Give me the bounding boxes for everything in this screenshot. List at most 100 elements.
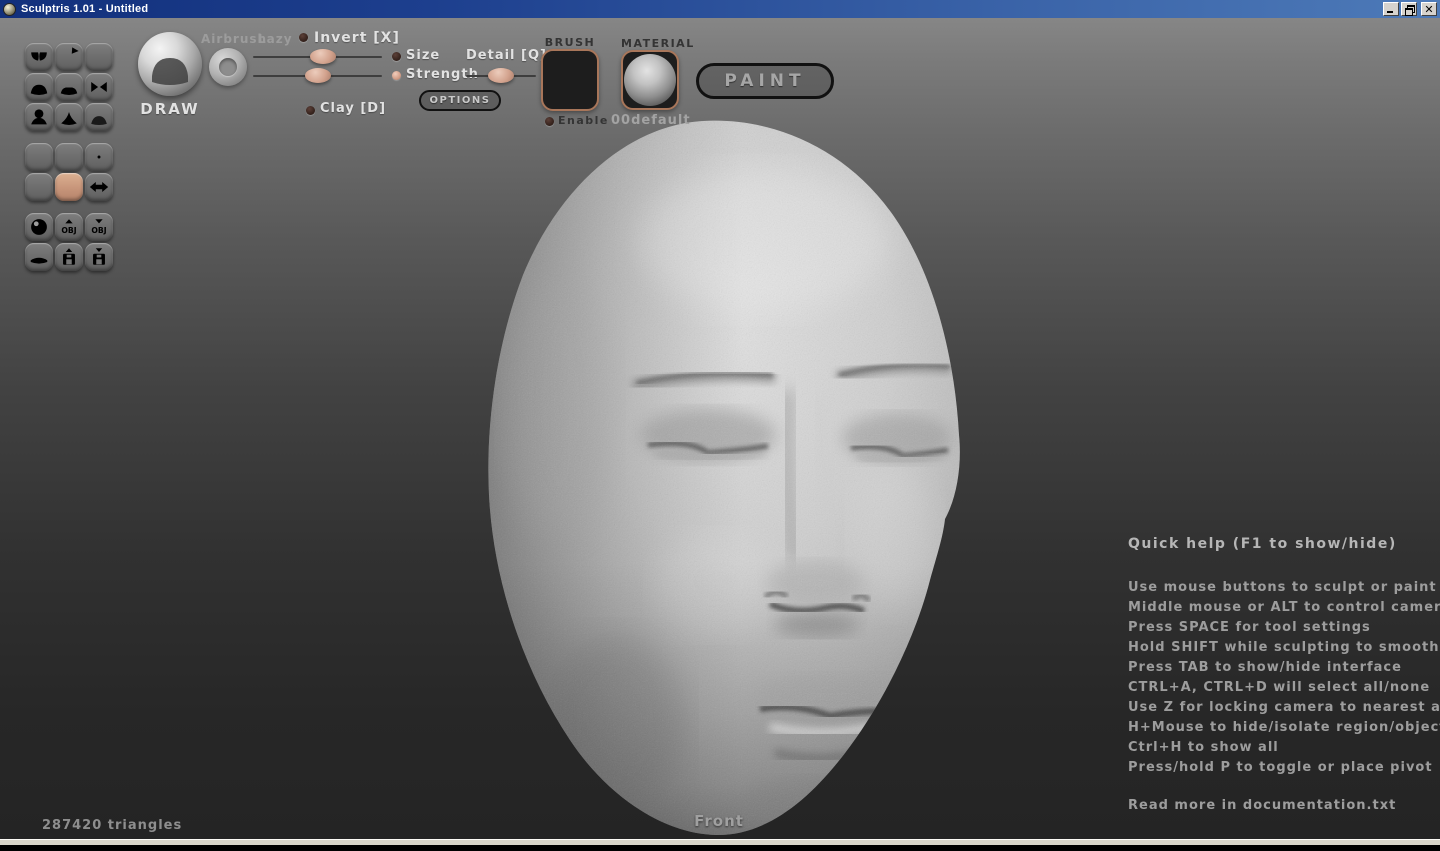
help-line: Ctrl+H to show all (1128, 738, 1428, 758)
tool-palette (0, 18, 130, 288)
obj-export-icon (88, 216, 110, 238)
window-title: Sculptris 1.01 - Untitled (21, 3, 148, 15)
detail-slider-handle[interactable] (488, 68, 514, 83)
brush-panel-title: BRUSH (541, 36, 599, 49)
tool-grab-button[interactable] (85, 73, 113, 101)
help-line: Press TAB to show/hide interface (1128, 658, 1428, 678)
paint-mode-button[interactable]: PAINT (696, 63, 834, 99)
open-file-icon (58, 246, 80, 268)
strength-slider[interactable] (253, 75, 382, 77)
close-icon: ✕ (1422, 3, 1436, 15)
triangle-count: 287420 triangles (42, 818, 182, 833)
scale-icon (88, 46, 110, 68)
current-tool-label: DRAW (130, 100, 210, 118)
brush-enable-radio[interactable] (545, 117, 554, 126)
strength-radio[interactable] (392, 71, 401, 80)
tool-rotate-button[interactable] (55, 43, 83, 71)
help-line: CTRL+A, CTRL+D will select all/none (1128, 678, 1428, 698)
help-line: Use Z for locking camera to nearest axis (1128, 698, 1428, 718)
rotate-icon (58, 46, 80, 68)
tool-material-button[interactable] (25, 173, 53, 201)
detail-slider[interactable] (466, 75, 536, 77)
tool-draw-button[interactable] (25, 73, 53, 101)
reduce-icon (28, 146, 50, 168)
clay-radio[interactable] (306, 106, 315, 115)
help-line: Press SPACE for tool settings (1128, 618, 1428, 638)
tool-export-obj-button[interactable] (85, 213, 113, 241)
help-line: Hold SHIFT while sculpting to smooth (1128, 638, 1428, 658)
tool-symmetry-button[interactable] (85, 173, 113, 201)
grab-icon (88, 76, 110, 98)
symmetry-icon (88, 176, 110, 198)
close-button[interactable]: ✕ (1421, 2, 1437, 16)
options-button[interactable]: OPTIONS (419, 90, 501, 111)
wireframe-icon (58, 176, 80, 198)
tool-reduce-selected-button[interactable] (25, 143, 53, 171)
smooth-icon (88, 106, 110, 128)
tool-import-obj-button[interactable] (55, 213, 83, 241)
tool-crease-button[interactable] (25, 43, 53, 71)
tool-new-sphere-button[interactable] (25, 213, 53, 241)
help-line: H+Mouse to hide/isolate region/objects (1128, 718, 1428, 738)
quick-help-title: Quick help (F1 to show/hide) (1128, 536, 1428, 552)
draw-brush-glyph (138, 32, 202, 96)
minimize-icon (1387, 11, 1393, 13)
clay-label[interactable]: Clay [D] (320, 101, 386, 116)
help-line: Middle mouse or ALT to control camera (1128, 598, 1428, 618)
material-name: 00default (611, 113, 689, 128)
strength-slider-handle[interactable] (305, 68, 331, 83)
brush-texture-slot[interactable] (541, 49, 599, 111)
brush-enable-label[interactable]: Enable (558, 114, 609, 127)
tool-subdivide-all-button[interactable] (55, 143, 83, 171)
inflate-icon (28, 106, 50, 128)
size-slider-handle[interactable] (310, 49, 336, 64)
invert-label[interactable]: Invert [X] (314, 30, 400, 46)
tool-pinch-button[interactable] (55, 103, 83, 131)
restore-button[interactable] (1401, 2, 1417, 16)
tool-smooth-button[interactable] (85, 103, 113, 131)
size-slider[interactable] (253, 56, 382, 58)
obj-import-icon (58, 216, 80, 238)
lazy-brush-indicator[interactable] (209, 48, 247, 86)
flatten-icon (58, 76, 80, 98)
tool-open-file-button[interactable] (55, 243, 83, 271)
help-line: Press/hold P to toggle or place pivot (1128, 758, 1428, 778)
material-panel-title: MATERIAL (621, 37, 679, 50)
size-radio[interactable] (392, 52, 401, 61)
tool-mask-button[interactable] (85, 143, 113, 171)
size-label[interactable]: Size (406, 48, 440, 63)
current-tool-preview[interactable] (138, 32, 202, 96)
app-icon (3, 3, 16, 16)
detail-label: Detail [Q] (466, 48, 547, 63)
subdivide-icon (58, 146, 80, 168)
tool-inflate-button[interactable] (25, 103, 53, 131)
tool-save-file-button[interactable] (85, 243, 113, 271)
tool-wireframe-button[interactable] (55, 173, 83, 201)
tool-flatten-button[interactable] (55, 73, 83, 101)
invert-radio[interactable] (299, 33, 308, 42)
lazy-label[interactable]: Lazy (258, 32, 293, 46)
save-file-icon (88, 246, 110, 268)
tool-scale-button[interactable] (85, 43, 113, 71)
quick-help-panel: Quick help (F1 to show/hide) Use mouse b… (1128, 536, 1428, 813)
restore-icon (1405, 5, 1413, 13)
taskbar-edge (0, 839, 1440, 845)
plane-icon (28, 246, 50, 268)
quick-help-footer: Read more in documentation.txt (1128, 798, 1428, 813)
sculptris-window: Sculptris 1.01 - Untitled ✕ (0, 0, 1440, 851)
material-slot[interactable] (621, 50, 679, 110)
minimize-button[interactable] (1383, 2, 1399, 16)
sphere-icon (28, 216, 50, 238)
pinch-icon (58, 106, 80, 128)
viewport[interactable]: DRAW Airbrush Lazy Invert [X] Size Stren… (0, 18, 1440, 845)
view-orientation-label: Front (669, 812, 769, 830)
sculpted-head-model[interactable] (465, 105, 970, 843)
grid-icon (88, 146, 110, 168)
titlebar: Sculptris 1.01 - Untitled ✕ (0, 0, 1440, 18)
material-sphere-preview (624, 54, 676, 106)
help-line: Use mouse buttons to sculpt or paint (1128, 578, 1428, 598)
draw-icon (28, 76, 50, 98)
crease-icon (28, 46, 50, 68)
tool-new-plane-button[interactable] (25, 243, 53, 271)
material-m-icon (28, 176, 50, 198)
